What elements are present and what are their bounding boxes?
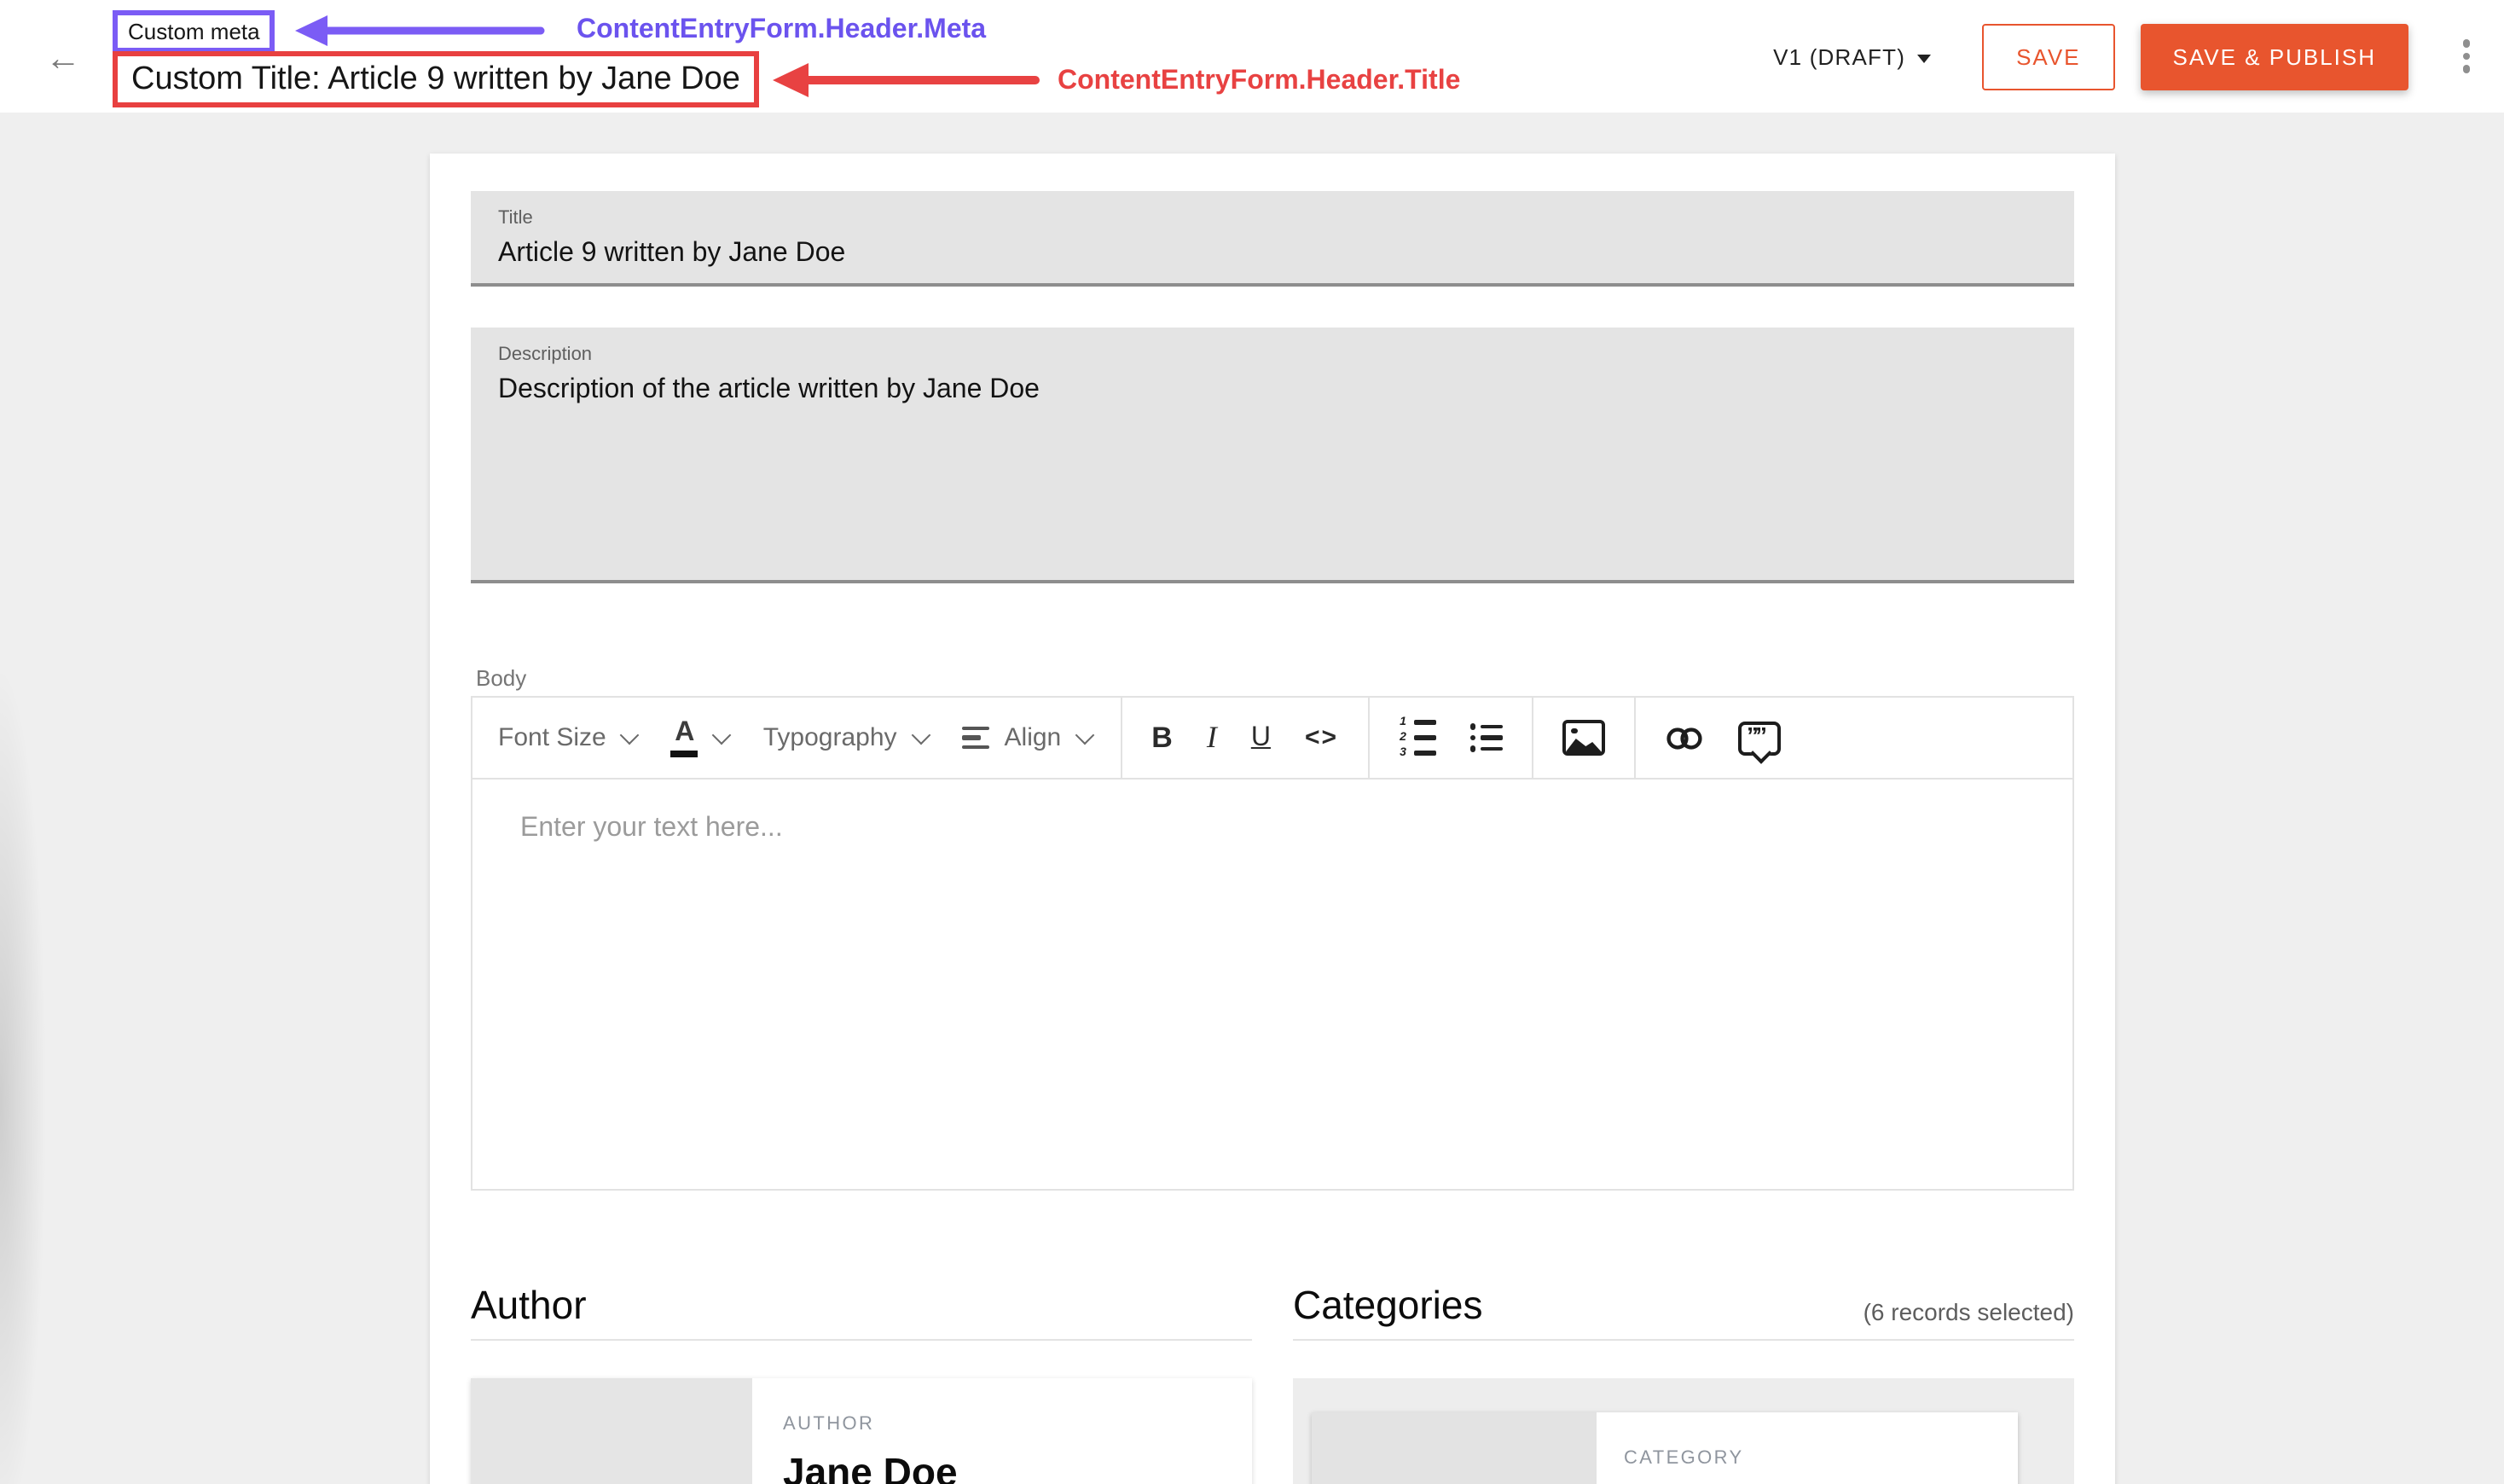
quote-icon [1738,721,1781,755]
kebab-icon [2463,66,2471,73]
typography-label: Typography [763,723,897,752]
categories-section: Categories (6 records selected) CATEGORY… [1293,1281,2074,1484]
bold-icon: B [1151,721,1173,755]
author-heading: Author [471,1281,587,1329]
ordered-list-button[interactable] [1381,698,1452,778]
categories-panel: CATEGORY Transportation [1293,1378,2074,1484]
kebab-icon [2463,53,2471,61]
entry-title: Custom Title: Article 9 written by Jane … [113,51,759,107]
toolbar-divider [1367,698,1369,778]
link-icon [1665,724,1704,751]
author-section: Author AUTHOR Jane Doe [471,1281,1252,1484]
category-card[interactable]: CATEGORY Transportation [1312,1412,2018,1484]
body-editor[interactable]: Enter your text here... [471,778,2074,1191]
content-entry-screen: Custom meta Custom Title: Article 9 writ… [0,0,2504,1484]
content-area: Title Article 9 written by Jane Doe Desc… [0,113,2504,1484]
author-card-label: AUTHOR [783,1414,958,1435]
italic-button[interactable]: I [1190,698,1234,778]
chevron-down-icon [911,725,930,745]
version-label: V1 (DRAFT) [1773,43,1905,69]
title-field[interactable]: Title Article 9 written by Jane Doe [471,191,2074,287]
annotation-label-meta: ContentEntryForm.Header.Meta [577,15,986,46]
italic-icon: I [1207,720,1217,756]
entry-form-card: Title Article 9 written by Jane Doe Desc… [430,154,2115,1484]
divider [471,1339,1252,1341]
align-label: Align [1005,723,1062,752]
header-actions: V1 (DRAFT) SAVE SAVE & PUBLISH [1773,0,2504,113]
title-field-label: Title [498,208,2047,229]
app-header: Custom meta Custom Title: Article 9 writ… [0,0,2504,113]
entry-meta-badge: Custom meta [113,10,275,53]
version-dropdown[interactable]: V1 (DRAFT) [1773,43,1931,69]
save-publish-button[interactable]: SAVE & PUBLISH [2141,23,2409,90]
kebab-icon [2463,40,2471,48]
description-field-value: Description of the article written by Ja… [498,375,2047,406]
save-button[interactable]: SAVE [1982,23,2114,90]
code-button[interactable]: <> [1288,698,1355,778]
annotation-arrow-title-icon [771,58,1040,102]
author-section-header: Author [471,1281,1252,1329]
bold-button[interactable]: B [1134,698,1190,778]
description-field[interactable]: Description Description of the article w… [471,328,2074,583]
text-color-bar [671,750,698,756]
author-image-placeholder [471,1378,752,1484]
category-card-info: CATEGORY Transportation [1597,1412,1898,1484]
link-button[interactable] [1648,698,1721,778]
category-card-label: CATEGORY [1624,1448,1898,1469]
text-color-letter: A [675,719,694,746]
text-color-dropdown[interactable]: A [654,698,746,778]
chevron-down-icon [1075,725,1095,745]
underline-icon: U [1251,722,1271,753]
typography-dropdown[interactable]: Typography [746,698,945,778]
body-field-label: Body [476,665,526,691]
annotation-label-title: ContentEntryForm.Header.Title [1058,67,1460,97]
text-color-icon: A [671,719,698,756]
annotation-arrow-meta-icon [293,12,546,49]
caret-down-icon [1917,54,1931,62]
rich-text-toolbar: Font Size A Typography Align [471,696,2074,780]
author-card-name: Jane Doe [783,1450,958,1484]
quote-button[interactable] [1721,698,1798,778]
chevron-down-icon [620,725,640,745]
ordered-list-icon [1398,717,1435,758]
unordered-list-button[interactable] [1452,698,1520,778]
author-card-info: AUTHOR Jane Doe [752,1378,958,1484]
toolbar-divider [1532,698,1533,778]
reference-sections: Author AUTHOR Jane Doe Categories ( [471,1281,2074,1484]
entry-meta-text: Custom meta [128,19,260,44]
category-image-placeholder [1312,1412,1597,1484]
image-button[interactable] [1545,698,1622,778]
records-selected-count: (6 records selected) [1864,1298,2074,1329]
author-card[interactable]: AUTHOR Jane Doe [471,1378,1252,1484]
font-size-label: Font Size [498,723,606,752]
toolbar-divider [1121,698,1122,778]
categories-section-header: Categories (6 records selected) [1293,1281,2074,1329]
categories-heading: Categories [1293,1281,1482,1329]
code-icon: <> [1305,723,1338,752]
image-icon [1562,720,1605,756]
underline-button[interactable]: U [1234,698,1288,778]
divider [1293,1339,2074,1341]
description-field-label: Description [498,345,2047,365]
align-icon [962,727,989,750]
font-size-dropdown[interactable]: Font Size [481,698,654,778]
align-dropdown[interactable]: Align [945,698,1110,778]
left-arrow-icon [45,40,81,76]
left-edge-shadow [0,539,55,1484]
bullet-list-icon [1469,724,1503,752]
back-button[interactable] [38,32,89,84]
toolbar-divider [1634,698,1636,778]
chevron-down-icon [712,725,732,745]
more-options-button[interactable] [2449,27,2484,85]
editor-placeholder: Enter your text here... [520,814,2072,844]
entry-title-text: Custom Title: Article 9 written by Jane … [131,61,740,97]
title-field-value: Article 9 written by Jane Doe [498,239,2047,270]
